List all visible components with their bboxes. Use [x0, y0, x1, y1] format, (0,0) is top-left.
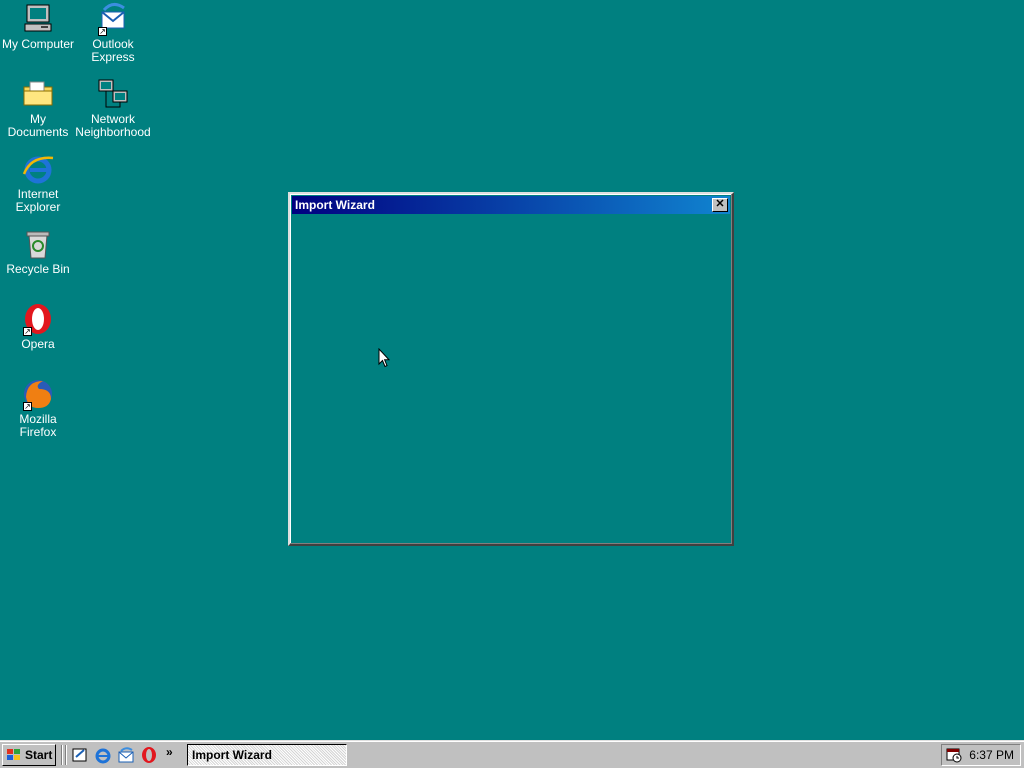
shortcut-arrow-icon: ↗: [98, 27, 107, 36]
mouse-cursor-icon: [378, 348, 390, 368]
desktop-icon-label: Outlook Express: [91, 37, 135, 64]
quicklaunch-internet-explorer[interactable]: [94, 746, 112, 764]
desktop-icon-opera[interactable]: ↗ Opera: [0, 302, 76, 351]
taskbar-divider: [61, 745, 63, 765]
close-button[interactable]: ✕: [712, 198, 728, 212]
start-label: Start: [25, 748, 53, 762]
shortcut-arrow-icon: ↗: [23, 402, 32, 411]
folder-icon: [21, 77, 55, 111]
taskbar-button-import-wizard[interactable]: Import Wizard: [187, 744, 347, 766]
desktop-icon-label: Recycle Bin: [6, 262, 70, 276]
internet-explorer-icon: [21, 152, 55, 186]
internet-explorer-icon: [95, 748, 111, 764]
desktop-icon-outlook-express[interactable]: ↗ Outlook Express: [75, 2, 151, 64]
opera-icon: ↗: [21, 302, 55, 336]
quicklaunch-opera[interactable]: [140, 746, 158, 764]
desktop-icon-label: My Documents: [7, 112, 69, 139]
desktop-icon-my-computer[interactable]: My Computer: [0, 2, 76, 51]
import-wizard-window[interactable]: Import Wizard ✕: [288, 192, 734, 546]
desktop-icon-network-neighborhood[interactable]: Network Neighborhood: [75, 77, 151, 139]
quicklaunch-more-button[interactable]: »: [166, 745, 173, 759]
computer-icon: [21, 2, 55, 36]
desktop-icon-label: My Computer: [1, 37, 75, 51]
network-icon: [96, 77, 130, 111]
close-icon: ✕: [715, 198, 725, 210]
window-body: [292, 214, 730, 542]
clock[interactable]: 6:37 PM: [969, 745, 1014, 765]
desktop-icon-label: Mozilla Firefox: [19, 412, 57, 439]
shortcut-arrow-icon: ↗: [23, 327, 32, 336]
system-tray: 6:37 PM: [941, 744, 1021, 766]
taskbar-divider: [65, 745, 67, 765]
desktop-icon-my-documents[interactable]: My Documents: [0, 77, 76, 139]
desktop-icon-mozilla-firefox[interactable]: ↗ Mozilla Firefox: [0, 377, 76, 439]
quicklaunch-outlook-express[interactable]: [117, 746, 135, 764]
window-title: Import Wizard: [295, 198, 375, 212]
taskbar: Start » Import Wizard 6:37 PM: [0, 740, 1024, 768]
scheduler-icon[interactable]: [946, 747, 962, 763]
show-desktop-icon: [72, 748, 87, 762]
quicklaunch-show-desktop[interactable]: [71, 746, 89, 764]
desktop-icon-label: Internet Explorer: [15, 187, 61, 214]
outlook-express-icon: ↗: [96, 2, 130, 36]
window-titlebar[interactable]: Import Wizard ✕: [292, 196, 730, 214]
desktop-icon-label: Opera: [21, 337, 55, 351]
firefox-icon: ↗: [21, 377, 55, 411]
windows-logo-icon: [7, 749, 20, 760]
desktop-icon-internet-explorer[interactable]: Internet Explorer: [0, 152, 76, 214]
outlook-express-icon: [118, 747, 134, 763]
opera-icon: [142, 747, 156, 763]
desktop-icon-recycle-bin[interactable]: Recycle Bin: [0, 227, 76, 276]
recycle-bin-icon: [21, 227, 55, 261]
desktop-icon-label: Network Neighborhood: [75, 112, 151, 139]
start-button[interactable]: Start: [2, 744, 56, 766]
